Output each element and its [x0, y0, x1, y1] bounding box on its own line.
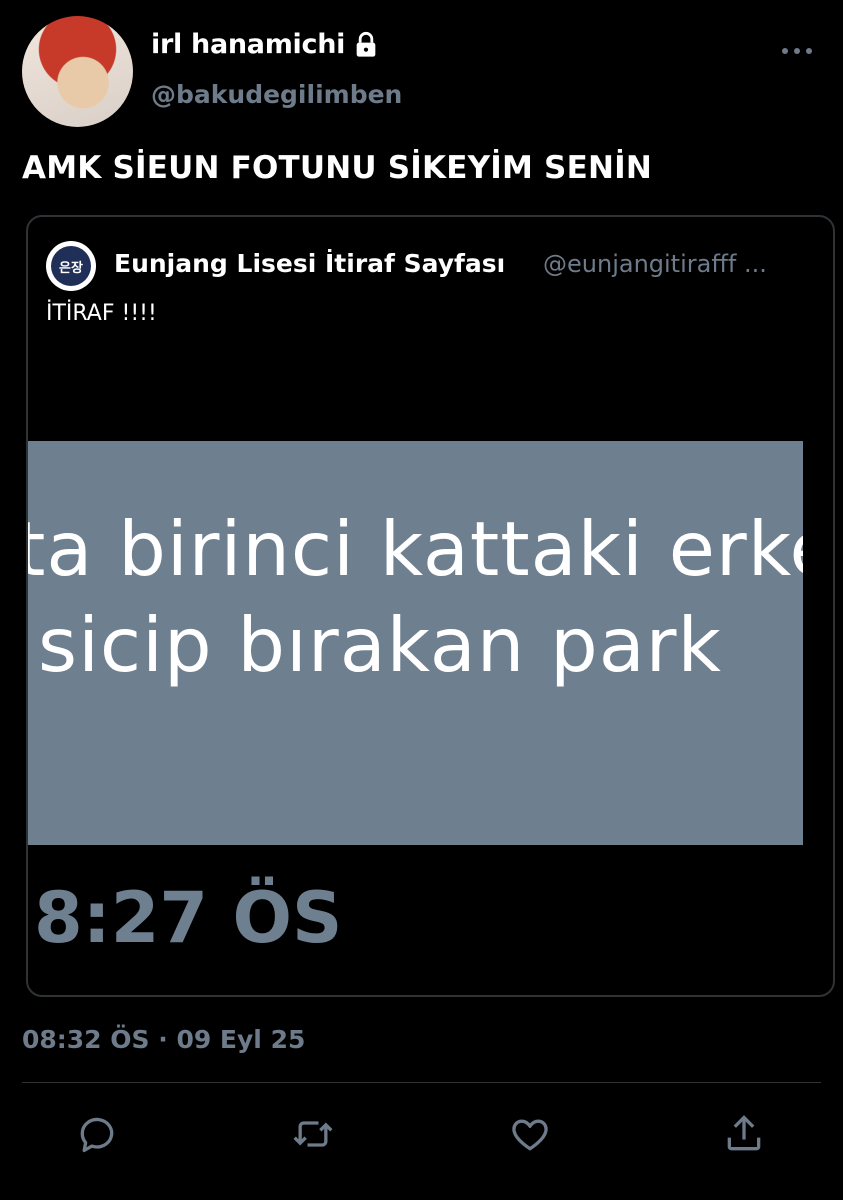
image-time-text: )8:27 ÖS	[26, 877, 343, 959]
image-text-line2: sicip bırakan park	[38, 601, 722, 689]
author-display-name[interactable]: irl hanamichi	[151, 29, 345, 60]
more-options-icon[interactable]	[779, 44, 815, 58]
divider	[22, 1082, 821, 1083]
quoted-handle: @eunjangitirafff ...	[543, 250, 767, 278]
lock-icon	[356, 31, 376, 57]
quoted-text: İTİRAF !!!!	[46, 301, 157, 326]
quoted-tweet-card[interactable]: 은장 Eunjang Lisesi İtiraf Sayfası @eunjan…	[26, 215, 835, 997]
retweet-icon	[293, 1121, 333, 1147]
tweet-text: AMK SİEUN FOTUNU SİKEYİM SENİN	[22, 150, 652, 186]
avatar[interactable]	[22, 16, 133, 127]
share-icon	[727, 1115, 761, 1151]
quoted-avatar: 은장	[46, 241, 96, 291]
reply-icon	[80, 1117, 114, 1153]
reply-button[interactable]	[75, 1112, 119, 1156]
image-text-line1: ta birinci kattaki erke	[28, 505, 803, 593]
like-button[interactable]	[508, 1112, 552, 1156]
quoted-media-image[interactable]: ta birinci kattaki erke sicip bırakan pa…	[28, 441, 803, 845]
retweet-button[interactable]	[291, 1112, 335, 1156]
tweet-timestamp[interactable]: 08:32 ÖS · 09 Eyl 25	[22, 1025, 305, 1054]
share-button[interactable]	[722, 1112, 766, 1156]
like-icon	[512, 1119, 548, 1151]
author-handle[interactable]: @bakudegilimben	[151, 80, 402, 109]
quoted-display-name: Eunjang Lisesi İtiraf Sayfası	[114, 249, 506, 278]
quoted-avatar-logo: 은장	[51, 246, 91, 286]
